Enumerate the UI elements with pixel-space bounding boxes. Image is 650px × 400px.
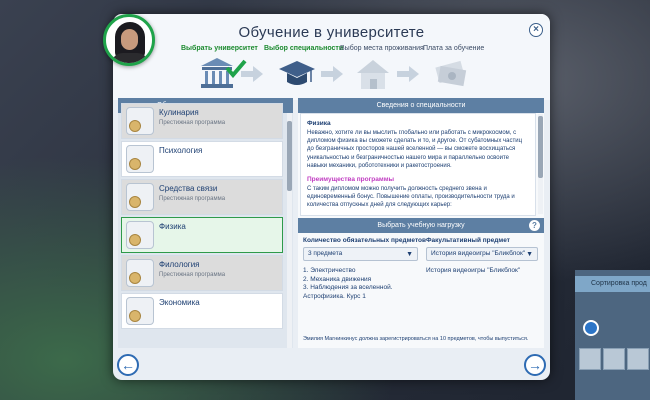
back-button[interactable]: ← — [117, 354, 139, 376]
dialog-title: Обучение в университете — [238, 24, 425, 41]
program-prestige-label: Престижная программа — [159, 272, 226, 278]
program-item[interactable]: Кулинария Престижная программа — [121, 103, 283, 139]
program-name: Средства связи — [159, 184, 218, 193]
close-button[interactable]: × — [529, 23, 543, 37]
program-diploma-icon — [126, 145, 154, 173]
elective-course: История видеоигры "Бликблок" — [426, 267, 521, 274]
dialog-header: Обучение в университете × Выбрать универ… — [113, 14, 550, 100]
required-courses-dropdown[interactable]: 3 предмета ▼ — [303, 247, 418, 261]
university-dialog: Обучение в университете × Выбрать универ… — [113, 14, 550, 380]
money-icon — [435, 60, 467, 87]
program-item[interactable]: Физика — [121, 217, 283, 253]
required-course-list: 1. Электричество 2. Механика движения 3.… — [303, 267, 418, 301]
scrollbar-thumb[interactable] — [538, 116, 543, 178]
elective-value: История видеоигры "Бликблок" — [431, 250, 526, 257]
course-load-header: Выбрать учебную нагрузку ? — [298, 218, 544, 233]
specialty-description: Неважно, хотите ли вы мыслить глобально … — [307, 130, 523, 169]
step-arrow — [397, 66, 419, 82]
step-arrow — [321, 66, 343, 82]
program-item[interactable]: Филология Престижная программа — [121, 255, 283, 291]
background-tile — [579, 348, 601, 370]
program-item[interactable]: Экономика — [121, 293, 283, 329]
course-item: 1. Электричество — [303, 267, 356, 274]
help-icon[interactable]: ? — [529, 220, 540, 231]
program-diploma-icon — [126, 297, 154, 325]
info-scrollbar[interactable] — [538, 114, 543, 214]
required-courses-label: Количество обязательных предметов — [303, 237, 427, 244]
program-diploma-icon — [126, 259, 154, 287]
program-diploma-icon — [126, 221, 154, 249]
background-tile — [627, 348, 649, 370]
course-load-body: Количество обязательных предметов Факуль… — [298, 233, 544, 348]
program-prestige-label: Престижная программа — [159, 120, 226, 126]
background-down-button — [583, 320, 599, 336]
background-tile — [603, 348, 625, 370]
specialty-title: Физика — [307, 120, 331, 127]
programs-panel: Образовательные программы КулинарияПрест… — [118, 98, 293, 348]
course-load-title: Выбрать учебную нагрузку — [377, 222, 465, 229]
program-item[interactable]: Средства связи Престижная программа — [121, 179, 283, 215]
elective-dropdown[interactable]: История видеоигры "Бликблок" ▼ — [426, 247, 538, 261]
specialty-panel: Сведения о специальности Физика Неважно,… — [298, 98, 544, 348]
program-item[interactable]: Психология — [121, 141, 283, 177]
program-name: Экономика — [159, 298, 200, 307]
background-sort-label: Сортировка прод — [575, 276, 650, 292]
graduation-notice: Эмилия Магнинкинус должна зарегистрирова… — [303, 336, 529, 342]
required-courses-value: 3 предмета — [308, 250, 343, 257]
program-name: Филология — [159, 260, 200, 269]
background-inventory-panel: Сортировка прод — [575, 270, 650, 400]
program-diploma-icon — [126, 183, 154, 211]
graduation-cap-icon — [279, 61, 315, 85]
step-label-tuition: Плата за обучение — [423, 45, 485, 52]
step-label-housing: Выбор места проживания — [340, 45, 424, 52]
avatar[interactable] — [103, 14, 155, 66]
program-name: Физика — [159, 222, 186, 231]
program-name: Психология — [159, 146, 203, 155]
next-button[interactable]: → — [524, 354, 546, 376]
elective-label: Факультативный предмет — [426, 237, 510, 244]
step-arrow — [241, 66, 263, 82]
programs-list[interactable]: Кулинария Престижная программа Психология С… — [118, 101, 286, 336]
specialty-header: Сведения о специальности — [298, 98, 544, 113]
programs-scrollbar[interactable] — [287, 113, 292, 348]
program-diploma-icon — [126, 107, 154, 135]
step-label-university[interactable]: Выбрать университет — [181, 45, 258, 52]
specialty-info: Физика Неважно, хотите ли вы мыслить гло… — [300, 113, 536, 216]
course-item: 2. Механика движения — [303, 275, 372, 283]
chevron-down-icon: ▼ — [526, 251, 533, 258]
advantages-text: С таким дипломом можно получить должност… — [307, 186, 515, 209]
program-prestige-label: Престижная программа — [159, 196, 226, 202]
advantages-heading: Преимущества программы — [307, 176, 395, 184]
step-progress: Выбрать университет Выбор специальности … — [173, 44, 485, 98]
chevron-down-icon: ▼ — [406, 251, 413, 258]
course-item: 3. Наблюдения за вселенной. Астрофизика.… — [303, 284, 393, 300]
step-label-major[interactable]: Выбор специальности — [264, 45, 343, 52]
scrollbar-thumb[interactable] — [287, 121, 292, 191]
program-name: Кулинария — [159, 108, 199, 117]
house-icon — [357, 60, 389, 89]
